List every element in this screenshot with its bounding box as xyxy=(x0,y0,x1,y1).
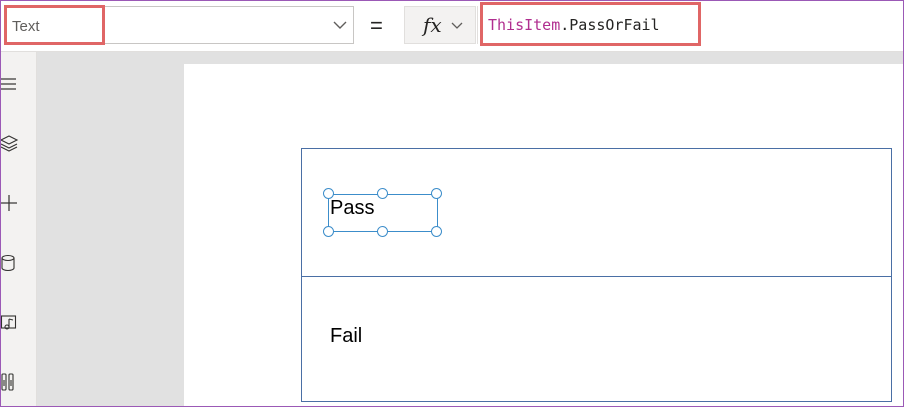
resize-handle[interactable] xyxy=(377,226,388,237)
fx-icon: fx xyxy=(423,13,442,37)
left-rail xyxy=(1,52,37,406)
resize-handle[interactable] xyxy=(323,188,334,199)
resize-handle[interactable] xyxy=(431,188,442,199)
chevron-down-icon xyxy=(451,22,463,29)
property-value: Text xyxy=(12,18,40,35)
chevron-down-icon xyxy=(333,21,347,29)
formula-bar: Text = fx ThisItem.PassOrFail xyxy=(1,1,903,52)
app-window: Text = fx ThisItem.PassOrFail Pass Fail xyxy=(0,0,904,407)
formula-text: ThisItem.PassOrFail xyxy=(488,16,660,34)
function-button[interactable]: fx xyxy=(404,6,476,44)
formula-field: .PassOrFail xyxy=(560,16,660,34)
gallery[interactable] xyxy=(301,148,892,402)
gallery-item-label-fail[interactable]: Fail xyxy=(330,325,362,348)
data-icon[interactable] xyxy=(1,253,19,273)
formula-input[interactable]: ThisItem.PassOrFail xyxy=(477,6,903,44)
formula-keyword: ThisItem xyxy=(488,16,561,34)
tools-icon[interactable] xyxy=(1,372,19,392)
resize-handle[interactable] xyxy=(431,226,442,237)
resize-handle[interactable] xyxy=(377,188,388,199)
layers-icon[interactable] xyxy=(1,134,19,154)
equals-sign: = xyxy=(370,13,383,38)
gallery-row[interactable] xyxy=(302,277,891,401)
media-icon[interactable] xyxy=(1,313,19,333)
menu-icon[interactable] xyxy=(1,74,19,94)
add-icon[interactable] xyxy=(1,193,19,213)
property-dropdown[interactable]: Text xyxy=(4,6,354,44)
resize-handle[interactable] xyxy=(323,226,334,237)
